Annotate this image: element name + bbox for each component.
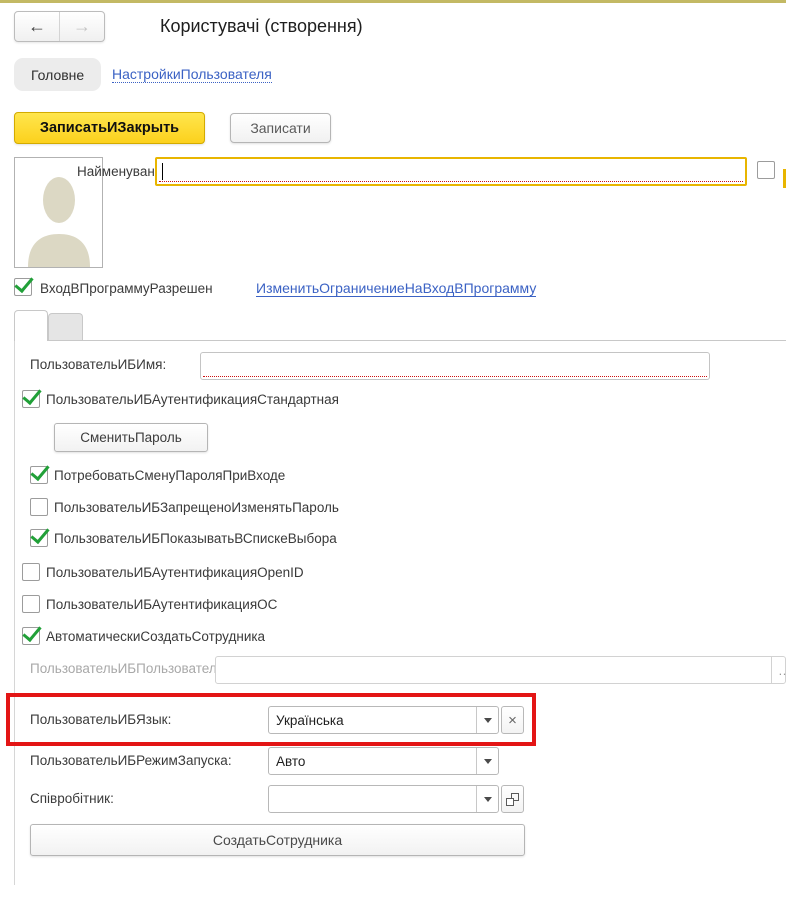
chevron-down-icon	[484, 797, 492, 802]
employee-combobox[interactable]	[268, 785, 499, 813]
invalid-checkbox[interactable]	[757, 161, 775, 179]
auth-standard-checkbox[interactable]	[22, 390, 40, 408]
require-password-change-checkbox[interactable]	[30, 466, 48, 484]
window-top-border	[0, 0, 786, 3]
login-allowed-checkbox[interactable]	[14, 278, 32, 296]
auth-os-label[interactable]: ПользовательИБАутентификацияОС	[46, 597, 277, 612]
user-creation-window: ← → Користувачі (створення) Головне Наст…	[0, 0, 786, 901]
auth-openid-checkbox[interactable]	[22, 563, 40, 581]
forward-button[interactable]: →	[60, 12, 104, 41]
show-in-choice-list-label[interactable]: ПользовательИБПоказыватьВСпискеВыбора	[54, 531, 337, 546]
run-mode-dropdown-button[interactable]	[476, 748, 498, 774]
required-field-underline	[203, 376, 707, 377]
tab-page-1-active[interactable]	[14, 310, 48, 341]
tab-page-2[interactable]	[48, 313, 83, 340]
auth-openid-label[interactable]: ПользовательИБАутентификацияOpenID	[46, 565, 304, 580]
ib-name-label: ПользовательИБИмя:	[30, 357, 166, 372]
login-allowed-label[interactable]: ВходВПрограммуРазрешен	[40, 281, 213, 296]
os-user-input[interactable]: …	[215, 656, 786, 684]
page-title: Користувачі (створення)	[160, 16, 363, 37]
create-employee-button[interactable]: СоздатьСотрудника	[30, 824, 525, 856]
panel-top-border	[48, 340, 786, 341]
forbid-password-change-label[interactable]: ПользовательИБЗапрещеноИзменятьПароль	[54, 500, 339, 515]
field-divider	[771, 657, 772, 683]
employee-label: Співробітник:	[30, 791, 114, 806]
person-silhouette-icon	[24, 173, 94, 267]
auth-os-checkbox[interactable]	[22, 595, 40, 613]
history-nav-group: ← →	[14, 11, 105, 42]
auto-create-employee-label[interactable]: АвтоматическиСоздатьСотрудника	[46, 629, 265, 644]
back-button[interactable]: ←	[15, 12, 60, 41]
user-settings-link[interactable]: НастройкиПользователя	[112, 66, 272, 83]
text-caret	[162, 163, 163, 180]
more-button[interactable]: …	[778, 663, 786, 678]
change-password-button[interactable]: СменитьПароль	[54, 423, 208, 452]
employee-value	[269, 786, 476, 812]
employee-picker-button[interactable]	[501, 785, 524, 813]
tab-main[interactable]: Головне	[14, 58, 101, 91]
run-mode-combobox[interactable]: Авто	[268, 747, 499, 775]
back-arrow-icon: ←	[28, 16, 46, 37]
save-and-close-button[interactable]: ЗаписатьИЗакрыть	[14, 112, 205, 144]
run-mode-label: ПользовательИБРежимЗапуска:	[30, 753, 232, 768]
panel-left-border	[14, 341, 15, 885]
show-in-choice-list-checkbox[interactable]	[30, 529, 48, 547]
name-input[interactable]	[155, 157, 747, 186]
save-button[interactable]: Записати	[230, 113, 331, 143]
required-field-underline	[159, 181, 743, 182]
employee-dropdown-button[interactable]	[476, 786, 498, 812]
auth-standard-label[interactable]: ПользовательИБАутентификацияСтандартная	[46, 392, 339, 407]
chevron-down-icon	[484, 759, 492, 764]
ib-name-input[interactable]	[200, 352, 710, 380]
choose-from-list-icon	[506, 793, 519, 806]
change-login-restriction-link[interactable]: ИзменитьОграничениеНаВходВПрограмму	[256, 280, 536, 297]
require-password-change-label[interactable]: ПотребоватьСменуПароляПриВходе	[54, 468, 285, 483]
auto-create-employee-checkbox[interactable]	[22, 627, 40, 645]
run-mode-value: Авто	[269, 748, 476, 774]
forward-arrow-icon: →	[73, 16, 91, 37]
forbid-password-change-checkbox[interactable]	[30, 498, 48, 516]
red-highlight-annotation	[6, 693, 536, 746]
